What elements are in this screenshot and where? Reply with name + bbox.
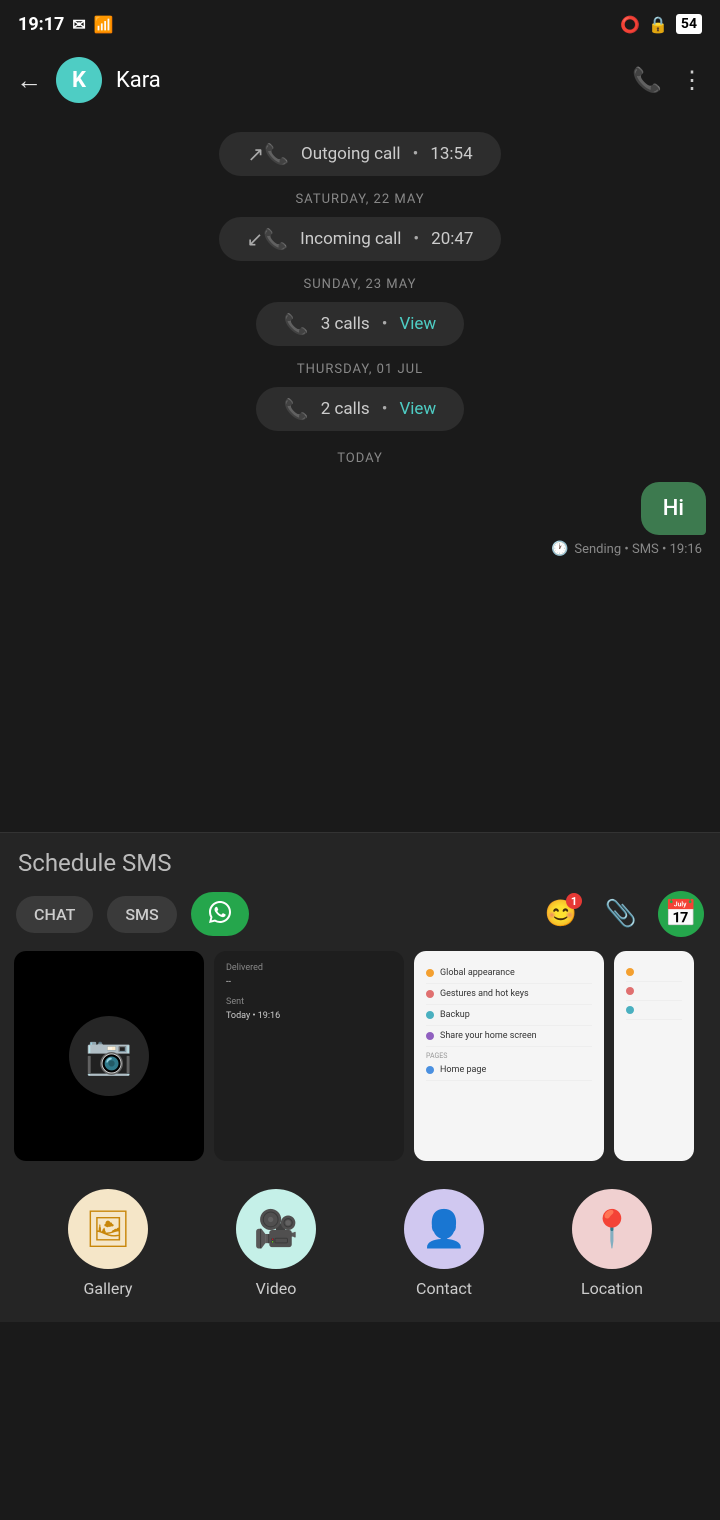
- video-icon: 🎥: [254, 1208, 299, 1250]
- delivered-dash: --: [226, 977, 392, 987]
- location-icon-circle: 📍: [572, 1189, 652, 1269]
- bottom-panel: Schedule SMS CHAT SMS 😊 1 📎 📅 📷: [0, 832, 720, 1322]
- attach-button[interactable]: 📎: [598, 891, 644, 937]
- out-message-bubble: Hi: [641, 482, 706, 535]
- date-separator-1: SATURDAY, 22 MAY: [0, 192, 720, 207]
- gallery-icon: 🖼: [85, 1208, 131, 1250]
- status-battery: 54: [676, 14, 702, 34]
- settings-item2-2: [626, 1001, 682, 1020]
- whatsapp-tab-pill[interactable]: [191, 892, 249, 936]
- two-calls-view[interactable]: View: [399, 399, 436, 419]
- outgoing-call-pill[interactable]: ↗📞 Outgoing call • 13:54: [219, 132, 500, 176]
- emoji-badge: 1: [566, 893, 582, 909]
- status-right: ⭕ 🔒 54: [620, 14, 702, 34]
- gallery-button[interactable]: 🖼 Gallery: [68, 1189, 148, 1298]
- status-wifi-icon: 📶: [94, 15, 114, 34]
- call-button[interactable]: 📞: [632, 66, 662, 94]
- three-calls-icon: 📞: [284, 312, 309, 336]
- sent-label: Sent: [226, 997, 392, 1007]
- today-label: TODAY: [0, 451, 720, 466]
- three-calls-pill[interactable]: 📞 3 calls • View: [256, 302, 464, 346]
- camera-icon: 📷: [85, 1034, 132, 1078]
- bottom-icons-row: 🖼 Gallery 🎥 Video 👤 Contact 📍 Location: [0, 1177, 720, 1322]
- video-label: Video: [256, 1279, 297, 1298]
- gallery-label: Gallery: [84, 1279, 133, 1298]
- video-icon-circle: 🎥: [236, 1189, 316, 1269]
- two-calls-icon: 📞: [284, 397, 309, 421]
- back-button[interactable]: ←: [16, 65, 42, 96]
- incoming-call-label: Incoming call: [300, 229, 401, 249]
- screenshot-row: 📷 Delivered -- Sent Today • 19:16 Global…: [0, 951, 720, 1177]
- settings-card-2[interactable]: [614, 951, 694, 1161]
- video-button[interactable]: 🎥 Video: [236, 1189, 316, 1298]
- sending-clock-icon: 🕐: [551, 541, 568, 557]
- incoming-call-pill[interactable]: ↙📞 Incoming call • 20:47: [219, 217, 502, 261]
- location-label: Location: [581, 1279, 643, 1298]
- outgoing-call-time: 13:54: [430, 144, 472, 164]
- settings-item2-1: [626, 982, 682, 1001]
- out-message-text: Hi: [663, 496, 684, 521]
- schedule-button[interactable]: 📅: [658, 891, 704, 937]
- emoji-button[interactable]: 😊 1: [538, 891, 584, 937]
- sent-time: Today • 19:16: [226, 1011, 392, 1021]
- camera-icon-circle: 📷: [69, 1016, 149, 1096]
- contact-icon-circle: 👤: [404, 1189, 484, 1269]
- contact-label: Contact: [416, 1279, 472, 1298]
- date-separator-3: THURSDAY, 01 JUL: [0, 362, 720, 377]
- toolbar-row: CHAT SMS 😊 1 📎 📅: [0, 891, 720, 951]
- two-calls-label: 2 calls: [321, 399, 370, 419]
- sms-tab-pill[interactable]: SMS: [107, 896, 176, 933]
- incoming-call-icon: ↙📞: [247, 227, 289, 251]
- location-button[interactable]: 📍 Location: [572, 1189, 652, 1298]
- status-time: 19:17: [18, 14, 64, 35]
- contact-button[interactable]: 👤 Contact: [404, 1189, 484, 1298]
- outgoing-call-icon: ↗📞: [247, 142, 289, 166]
- settings-item2-0: [626, 963, 682, 982]
- calendar-icon: 📅: [665, 899, 697, 929]
- status-circle-icon: ⭕: [620, 15, 640, 34]
- contact-name: Kara: [116, 68, 618, 93]
- three-calls-view[interactable]: View: [399, 314, 436, 334]
- schedule-sms-label: Schedule SMS: [0, 849, 720, 891]
- settings-item-4: Home page: [426, 1060, 592, 1081]
- settings-item-2: Backup: [426, 1005, 592, 1026]
- contact-initial: K: [72, 68, 86, 93]
- gallery-icon-circle: 🖼: [68, 1189, 148, 1269]
- chat-tab-pill[interactable]: CHAT: [16, 896, 93, 933]
- sending-status: 🕐 Sending • SMS • 19:16: [0, 539, 720, 567]
- more-options-button[interactable]: ⋮: [680, 66, 704, 94]
- status-msg-icon: ✉: [72, 15, 85, 34]
- message-bubble-out: Hi: [0, 482, 720, 535]
- status-lock-icon: 🔒: [648, 15, 668, 34]
- delivered-card[interactable]: Delivered -- Sent Today • 19:16: [214, 951, 404, 1161]
- contact-icon: 👤: [422, 1208, 467, 1250]
- three-calls-label: 3 calls: [321, 314, 370, 334]
- whatsapp-icon: [209, 901, 231, 923]
- location-icon: 📍: [590, 1208, 635, 1250]
- settings-item-1: Gestures and hot keys: [426, 984, 592, 1005]
- settings-item-0: Global appearance: [426, 963, 592, 984]
- delivered-label: Delivered: [226, 963, 392, 973]
- attach-icon: 📎: [605, 899, 637, 929]
- incoming-call-time: 20:47: [431, 229, 473, 249]
- chat-area: ↗📞 Outgoing call • 13:54 SATURDAY, 22 MA…: [0, 112, 720, 832]
- settings-card[interactable]: Global appearanceGestures and hot keysBa…: [414, 951, 604, 1161]
- contact-avatar: K: [56, 57, 102, 103]
- settings-item-3: Share your home screen: [426, 1026, 592, 1047]
- camera-card[interactable]: 📷: [14, 951, 204, 1161]
- top-bar-actions: 📞 ⋮: [632, 66, 704, 94]
- outgoing-call-label: Outgoing call: [301, 144, 401, 164]
- top-bar: ← K Kara 📞 ⋮: [0, 48, 720, 112]
- two-calls-pill[interactable]: 📞 2 calls • View: [256, 387, 464, 431]
- sending-status-text: Sending • SMS • 19:16: [574, 542, 702, 557]
- status-bar: 19:17 ✉ 📶 ⭕ 🔒 54: [0, 0, 720, 48]
- date-separator-2: SUNDAY, 23 MAY: [0, 277, 720, 292]
- status-left: 19:17 ✉ 📶: [18, 14, 114, 35]
